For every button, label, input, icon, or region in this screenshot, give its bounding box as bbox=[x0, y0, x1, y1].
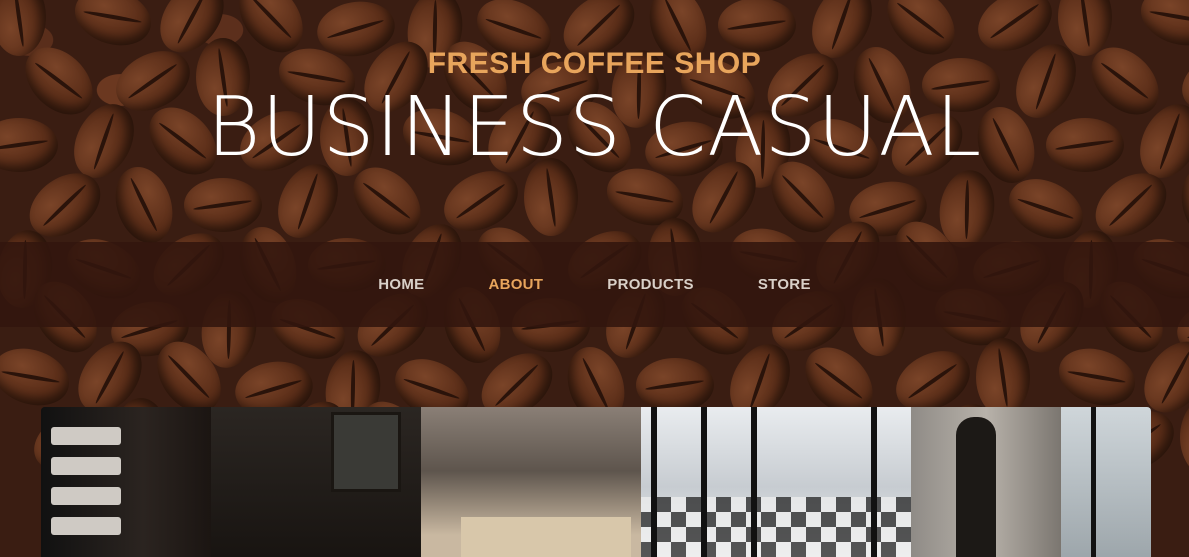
coffee-bean bbox=[1051, 339, 1143, 415]
nav-item-products[interactable]: PRODUCTS bbox=[607, 276, 694, 293]
site-heading: BUSINESS CASUAL bbox=[206, 80, 983, 175]
door-section bbox=[1061, 407, 1151, 557]
coffee-shop-interior-image bbox=[41, 407, 1151, 557]
brick-wall-section bbox=[911, 407, 1061, 557]
menu-board-section bbox=[211, 407, 421, 557]
site-header: FRESH COFFEE SHOP BUSINESS CASUAL bbox=[0, 0, 1189, 242]
site-subheading: FRESH COFFEE SHOP bbox=[427, 47, 762, 80]
coffee-bean bbox=[976, 338, 1030, 416]
shelf-section bbox=[41, 407, 211, 557]
coffee-bean bbox=[636, 358, 714, 412]
main-navbar: HOME ABOUT PRODUCTS STORE bbox=[0, 242, 1189, 327]
counter-section bbox=[421, 407, 641, 557]
coffee-bean bbox=[1180, 398, 1189, 476]
nav-item-home[interactable]: HOME bbox=[378, 276, 424, 293]
nav-item-about[interactable]: ABOUT bbox=[488, 276, 543, 293]
window-section bbox=[641, 407, 911, 557]
nav-item-store[interactable]: STORE bbox=[758, 276, 811, 293]
